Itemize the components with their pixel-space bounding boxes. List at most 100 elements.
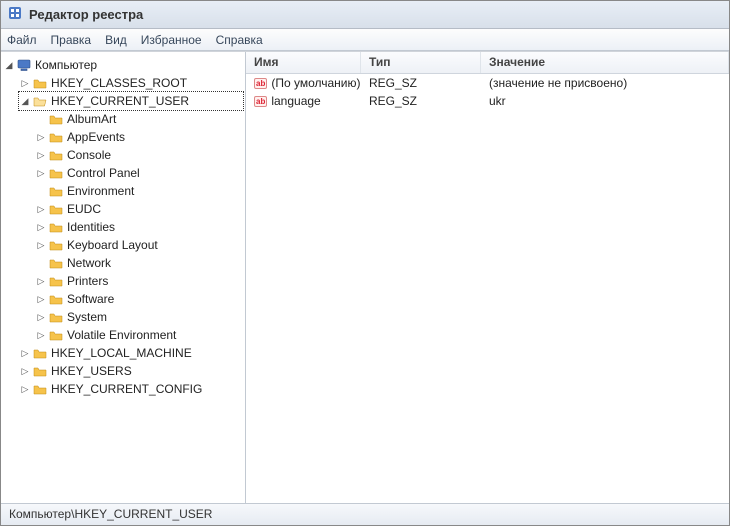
tree-item-label: System [65,310,107,324]
tree-root-label: Компьютер [33,58,97,72]
tree-item-label: EUDC [65,202,101,216]
list-pane: Имя Тип Значение ab (По умолчанию) REG_S… [246,52,729,503]
expander-icon[interactable]: ▷ [35,204,47,215]
expander-icon[interactable]: ▷ [35,132,47,143]
expander-icon[interactable]: ▷ [19,366,31,377]
tree-item-label: Control Panel [65,166,140,180]
folder-icon [47,203,65,215]
tree-key-identities[interactable]: ▷ Identities [35,218,243,236]
folder-icon [47,167,65,179]
status-path: Компьютер\HKEY_CURRENT_USER [9,507,212,521]
tree-key-control-panel[interactable]: ▷ Control Panel [35,164,243,182]
tree-pane[interactable]: ◢ Компьютер ▷ [1,52,246,503]
expander-icon[interactable]: ▷ [35,222,47,233]
list-body[interactable]: ab (По умолчанию) REG_SZ (значение не пр… [246,74,729,503]
folder-icon [47,221,65,233]
tree-key-software[interactable]: ▷ Software [35,290,243,308]
tree-item-label: HKEY_LOCAL_MACHINE [49,346,192,360]
tree-item-label: AlbumArt [65,112,116,126]
tree-key-keyboard-layout[interactable]: ▷ Keyboard Layout [35,236,243,254]
reg-string-icon: ab [254,96,267,107]
list-header: Имя Тип Значение [246,52,729,74]
tree-hive-current-user[interactable]: ◢ HKEY_CURRENT_USER [19,92,243,110]
statusbar: Компьютер\HKEY_CURRENT_USER [1,503,729,525]
tree-hive-current-config[interactable]: ▷ HKEY_CURRENT_CONFIG [19,380,243,398]
content-area: ◢ Компьютер ▷ [1,51,729,503]
expander-icon[interactable]: ▷ [19,348,31,359]
tree-item-label: Software [65,292,114,306]
tree-key-network[interactable]: ▷Network [35,254,243,272]
window-title: Редактор реестра [29,7,143,22]
value-name: language [271,94,320,108]
folder-icon [47,275,65,287]
value-data: (значение не присвоено) [481,75,729,91]
menu-view[interactable]: Вид [105,33,127,47]
tree-item-label: Identities [65,220,115,234]
folder-open-icon [31,95,49,107]
expander-icon[interactable]: ◢ [3,60,15,71]
folder-icon [31,77,49,89]
reg-string-icon: ab [254,78,267,89]
tree-hkcu-children: ▷AlbumArt ▷AppEvents ▷Console ▷Control P… [19,110,243,344]
tree-item-label: Environment [65,184,134,198]
folder-icon [31,365,49,377]
value-data: ukr [481,93,729,109]
tree-hive-classes-root[interactable]: ▷ HKEY_CLASSES_ROOT [19,74,243,92]
folder-icon [47,185,65,197]
tree-item-label: Console [65,148,111,162]
tree-item-label: Volatile Environment [65,328,176,342]
registry-editor-window: Редактор реестра Файл Правка Вид Избранн… [0,0,730,526]
tree-key-system[interactable]: ▷ System [35,308,243,326]
value-type: REG_SZ [361,75,481,91]
tree-key-console[interactable]: ▷ Console [35,146,243,164]
tree-root[interactable]: ◢ Компьютер [3,56,243,74]
value-row[interactable]: ab language REG_SZ ukr [246,92,729,110]
tree-key-appevents[interactable]: ▷ AppEvents [35,128,243,146]
folder-icon [47,131,65,143]
value-row[interactable]: ab (По умолчанию) REG_SZ (значение не пр… [246,74,729,92]
tree-key-volatile-environment[interactable]: ▷ Volatile Environment [35,326,243,344]
tree-key-albumart[interactable]: ▷AlbumArt [35,110,243,128]
expander-icon[interactable]: ▷ [35,330,47,341]
tree-item-label: HKEY_CLASSES_ROOT [49,76,187,90]
folder-icon [47,149,65,161]
value-type: REG_SZ [361,93,481,109]
tree-hive-local-machine[interactable]: ▷ HKEY_LOCAL_MACHINE [19,344,243,362]
expander-icon[interactable]: ▷ [19,78,31,89]
expander-icon[interactable]: ▷ [35,168,47,179]
expander-icon[interactable]: ▷ [35,150,47,161]
col-header-value[interactable]: Значение [481,52,729,73]
expander-icon[interactable]: ▷ [19,384,31,395]
expander-icon[interactable]: ▷ [35,312,47,323]
app-icon [7,5,23,24]
tree-item-label: AppEvents [65,130,125,144]
menu-favorites[interactable]: Избранное [141,33,202,47]
folder-icon [47,113,65,125]
expander-icon[interactable]: ▷ [35,240,47,251]
tree-key-environment[interactable]: ▷Environment [35,182,243,200]
menu-help[interactable]: Справка [216,33,263,47]
menubar: Файл Правка Вид Избранное Справка [1,29,729,51]
menu-file[interactable]: Файл [7,33,37,47]
folder-icon [47,293,65,305]
folder-icon [47,311,65,323]
menu-edit[interactable]: Правка [51,33,92,47]
value-name: (По умолчанию) [271,76,360,90]
tree-key-eudc[interactable]: ▷ EUDC [35,200,243,218]
col-header-name[interactable]: Имя [246,52,361,73]
tree-key-printers[interactable]: ▷ Printers [35,272,243,290]
tree-item-label: Keyboard Layout [65,238,158,252]
titlebar[interactable]: Редактор реестра [1,1,729,29]
expander-icon[interactable]: ▷ [35,276,47,287]
computer-icon [15,59,33,71]
col-header-type[interactable]: Тип [361,52,481,73]
tree-item-label: Printers [65,274,108,288]
tree-item-label: HKEY_CURRENT_USER [49,94,189,108]
tree-item-label: HKEY_CURRENT_CONFIG [49,382,202,396]
folder-icon [31,347,49,359]
folder-icon [31,383,49,395]
expander-icon[interactable]: ▷ [35,294,47,305]
tree-item-label: HKEY_USERS [49,364,132,378]
expander-icon[interactable]: ◢ [19,96,31,107]
tree-hive-users[interactable]: ▷ HKEY_USERS [19,362,243,380]
